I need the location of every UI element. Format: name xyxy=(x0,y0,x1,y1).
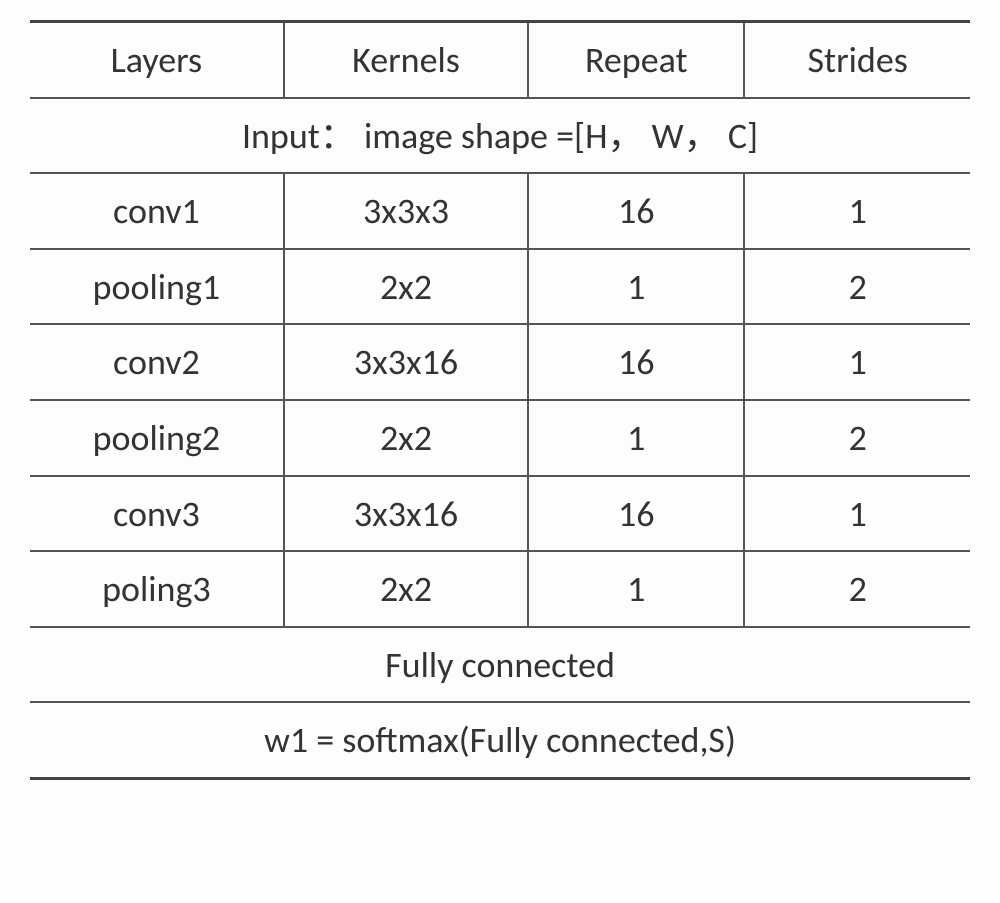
table-row: pooling2 2x2 1 2 xyxy=(30,400,970,476)
cell-kernels: 3x3x3 xyxy=(284,173,528,249)
col-header-kernels: Kernels xyxy=(284,23,528,98)
cell-repeat: 16 xyxy=(528,476,744,552)
cell-repeat: 1 xyxy=(528,249,744,325)
cell-kernels: 3x3x16 xyxy=(284,324,528,400)
table-row: pooling1 2x2 1 2 xyxy=(30,249,970,325)
input-row: Input： image shape =[H， W， C] xyxy=(30,98,970,174)
cell-strides: 2 xyxy=(744,400,970,476)
fully-connected-row: Fully connected xyxy=(30,627,970,703)
cell-kernels: 2x2 xyxy=(284,551,528,627)
col-header-repeat: Repeat xyxy=(528,23,744,98)
table-row: poling3 2x2 1 2 xyxy=(30,551,970,627)
cell-strides: 2 xyxy=(744,551,970,627)
cell-layers: poling3 xyxy=(30,551,284,627)
network-architecture-table: Layers Kernels Repeat Strides Input： ima… xyxy=(30,20,970,780)
table-row: conv1 3x3x3 16 1 xyxy=(30,173,970,249)
cell-kernels: 2x2 xyxy=(284,249,528,325)
table: Layers Kernels Repeat Strides Input： ima… xyxy=(30,23,970,777)
softmax-row: w1 = softmax(Fully connected,S) xyxy=(30,702,970,777)
cell-kernels: 3x3x16 xyxy=(284,476,528,552)
col-header-layers: Layers xyxy=(30,23,284,98)
cell-layers: conv1 xyxy=(30,173,284,249)
cell-strides: 1 xyxy=(744,324,970,400)
fully-connected-label: Fully connected xyxy=(30,627,970,703)
cell-strides: 1 xyxy=(744,476,970,552)
cell-strides: 2 xyxy=(744,249,970,325)
table-header-row: Layers Kernels Repeat Strides xyxy=(30,23,970,98)
col-header-strides: Strides xyxy=(744,23,970,98)
cell-repeat: 16 xyxy=(528,173,744,249)
table-row: conv3 3x3x16 16 1 xyxy=(30,476,970,552)
cell-kernels: 2x2 xyxy=(284,400,528,476)
cell-repeat: 1 xyxy=(528,551,744,627)
cell-layers: pooling1 xyxy=(30,249,284,325)
input-spec: Input： image shape =[H， W， C] xyxy=(30,98,970,174)
softmax-formula: w1 = softmax(Fully connected,S) xyxy=(30,702,970,777)
cell-repeat: 16 xyxy=(528,324,744,400)
cell-layers: pooling2 xyxy=(30,400,284,476)
cell-layers: conv3 xyxy=(30,476,284,552)
cell-layers: conv2 xyxy=(30,324,284,400)
cell-strides: 1 xyxy=(744,173,970,249)
cell-repeat: 1 xyxy=(528,400,744,476)
table-row: conv2 3x3x16 16 1 xyxy=(30,324,970,400)
